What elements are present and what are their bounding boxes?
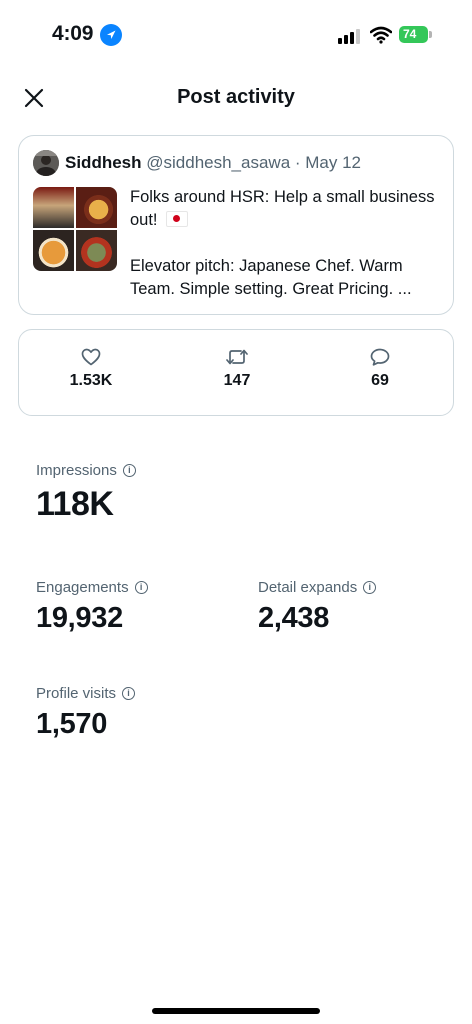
battery-cap xyxy=(429,31,432,38)
detail-expands-metric: Detail expands i 2,438 xyxy=(258,579,377,635)
post-media-grid[interactable] xyxy=(33,187,117,271)
detail-expands-label: Detail expands xyxy=(258,579,358,596)
japan-flag-icon xyxy=(166,211,189,227)
media-thumbnail[interactable] xyxy=(33,230,74,271)
post-text: Folks around HSR: Help a small business … xyxy=(130,186,442,301)
heart-icon xyxy=(81,348,101,366)
wifi-icon xyxy=(369,26,393,49)
profile-visits-label: Profile visits xyxy=(36,685,117,702)
battery-level: 74 xyxy=(403,27,417,41)
post-author: Siddhesh @siddhesh_asawa · May 12 xyxy=(65,153,361,173)
info-icon[interactable]: i xyxy=(134,581,148,594)
engagements-metric: Engagements i 19,932 xyxy=(36,579,148,635)
profile-visits-metric: Profile visits i 1,570 xyxy=(36,685,136,741)
author-handle-date: @siddhesh_asawa · May 12 xyxy=(146,153,362,172)
battery-indicator: 74 xyxy=(399,26,428,43)
status-bar: 4:09 74 xyxy=(0,0,472,70)
post-preview-card[interactable]: Siddhesh @siddhesh_asawa · May 12 Folks … xyxy=(18,135,454,315)
impressions-value: 118K xyxy=(36,485,114,523)
avatar[interactable] xyxy=(33,150,59,176)
repost-icon xyxy=(226,349,248,365)
engagement-stats: 1.53K 147 69 xyxy=(18,329,454,416)
replies-stat[interactable]: 69 xyxy=(325,348,435,390)
impressions-label: Impressions xyxy=(36,462,117,479)
page-title: Post activity xyxy=(177,86,295,108)
engagements-value: 19,932 xyxy=(36,602,123,634)
info-icon[interactable]: i xyxy=(363,581,377,594)
impressions-metric: Impressions i 118K xyxy=(36,462,136,524)
reposts-stat[interactable]: 147 xyxy=(182,348,292,390)
post-text-line2: Elevator pitch: Japanese Chef. Warm Team… xyxy=(130,257,412,298)
info-icon[interactable]: i xyxy=(122,464,136,477)
reply-icon xyxy=(370,348,390,366)
cellular-signal-icon xyxy=(338,28,364,44)
detail-expands-value: 2,438 xyxy=(258,602,330,634)
location-arrow-icon xyxy=(100,24,122,46)
status-time: 4:09 xyxy=(52,22,94,45)
engagements-label: Engagements xyxy=(36,579,129,596)
likes-count: 1.53K xyxy=(69,372,113,389)
replies-count: 69 xyxy=(371,372,389,389)
home-indicator[interactable] xyxy=(152,1008,320,1014)
media-thumbnail[interactable] xyxy=(33,187,74,228)
author-name[interactable]: Siddhesh xyxy=(65,153,142,172)
media-thumbnail[interactable] xyxy=(76,230,117,271)
likes-stat[interactable]: 1.53K xyxy=(36,348,146,390)
media-thumbnail[interactable] xyxy=(76,187,117,228)
reposts-count: 147 xyxy=(223,372,251,389)
profile-visits-value: 1,570 xyxy=(36,708,108,740)
info-icon[interactable]: i xyxy=(122,687,136,700)
